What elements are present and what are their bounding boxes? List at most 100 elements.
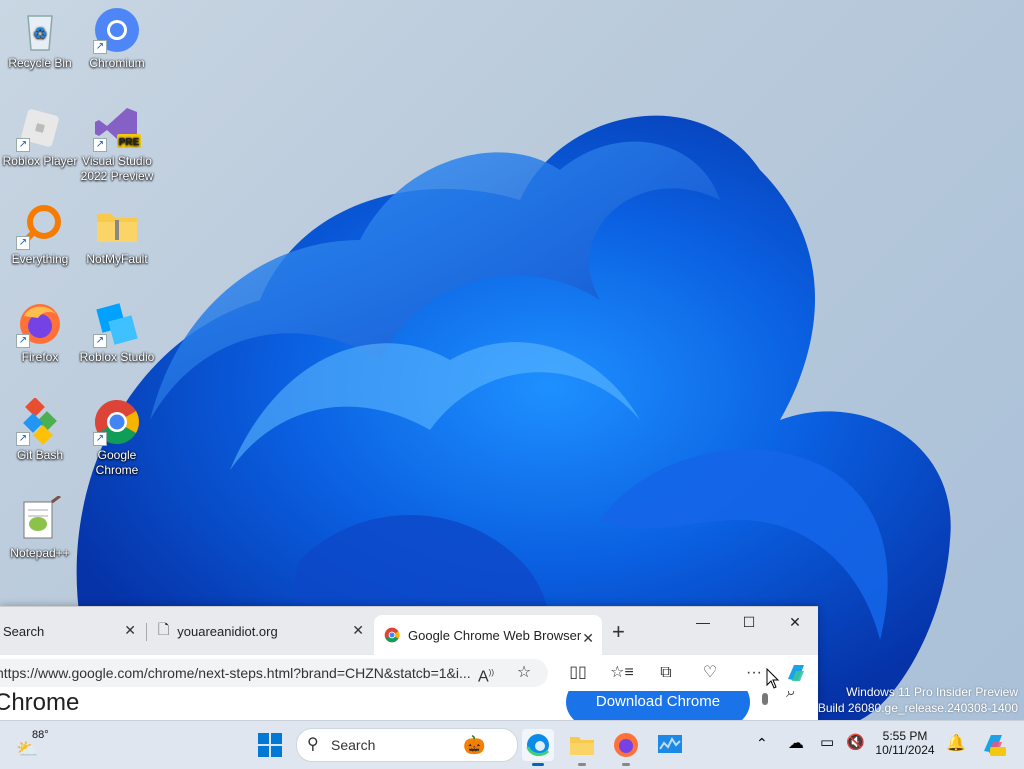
taskbar-app-edge[interactable]: [522, 729, 554, 766]
desktop-icon-label: Everything: [11, 252, 69, 266]
desktop-icon-notmyfault[interactable]: NotMyFault: [77, 202, 157, 267]
show-hidden-icons-chevron-icon[interactable]: ⌃: [756, 735, 768, 752]
desktop-icon-everything[interactable]: ↗ Everything: [0, 202, 80, 267]
desktop-icon-chromium[interactable]: ↗ Chromium: [77, 6, 157, 71]
shortcut-arrow-icon: ↗: [16, 236, 30, 250]
browser-toolbar: https://www.google.com/chrome/next-steps…: [0, 655, 818, 691]
browser-essentials-icon[interactable]: ♡: [698, 661, 722, 685]
shortcut-arrow-icon: ↗: [93, 40, 107, 54]
address-bar[interactable]: https://www.google.com/chrome/next-steps…: [0, 659, 548, 687]
desktop-icon-label: Google Chrome: [95, 448, 139, 477]
shortcut-arrow-icon: ↗: [93, 432, 107, 446]
chromium-icon: ↗: [93, 6, 141, 54]
read-aloud-icon[interactable]: A)): [474, 661, 498, 685]
favorites-icon[interactable]: ☆≡: [610, 661, 634, 685]
git-bash-icon: ↗: [16, 397, 64, 446]
more-options-icon[interactable]: ···: [742, 661, 766, 685]
shortcut-arrow-icon: ↗: [16, 334, 30, 348]
tab-youareanidiot[interactable]: 🗋 youareanidiot.org ✕: [152, 615, 370, 647]
desktop-icon-label: Visual Studio 2022 Preview: [80, 154, 154, 183]
desktop-icon-label: Firefox: [21, 350, 59, 364]
tab-close-button[interactable]: ✕: [352, 622, 364, 639]
search-icon: ⚲: [307, 736, 319, 753]
firefox-icon: ↗: [16, 300, 64, 348]
maximize-button[interactable]: ☐: [726, 607, 772, 637]
desktop-icon-roblox-studio[interactable]: ↗ Roblox Studio: [77, 300, 157, 365]
scrollbar[interactable]: ▲: [762, 691, 770, 721]
desktop-icon-label: Chromium: [89, 56, 145, 70]
desktop-icon-label: Git Bash: [16, 448, 64, 462]
tab-close-button[interactable]: ✕: [582, 630, 594, 647]
roblox-player-icon: ↗: [16, 104, 64, 152]
shortcut-arrow-icon: ↗: [93, 138, 107, 152]
chrome-icon: ↗: [93, 398, 141, 446]
zip-folder-icon: [93, 202, 141, 250]
copilot-pre-icon[interactable]: [980, 731, 1006, 762]
mouse-cursor-icon: [766, 668, 780, 689]
visual-studio-icon: PRE ↗: [93, 104, 141, 152]
shortcut-arrow-icon: ↗: [93, 334, 107, 348]
desktop-icon-notepadpp[interactable]: Notepad++: [0, 494, 80, 561]
tab-google-chrome-web-browser[interactable]: Google Chrome Web Browser ✕: [374, 615, 602, 655]
desktop-icon-google-chrome[interactable]: ↗ Google Chrome: [77, 398, 157, 478]
collections-icon[interactable]: ⧉: [654, 661, 678, 685]
svg-text:♻: ♻: [33, 26, 47, 43]
notepadpp-icon: [16, 494, 64, 544]
taskbar-search-input[interactable]: ⚲ Search 🎃: [296, 728, 518, 762]
svg-text:PRE: PRE: [119, 137, 140, 148]
desktop-icon-visual-studio[interactable]: PRE ↗ Visual Studio 2022 Preview: [77, 104, 157, 184]
volume-muted-icon[interactable]: 🔇: [846, 733, 865, 751]
favorite-star-icon[interactable]: ☆: [512, 661, 536, 685]
taskbar-app-monitor[interactable]: [654, 729, 686, 761]
shortcut-arrow-icon: ↗: [16, 432, 30, 446]
tab-search[interactable]: Search ✕: [0, 615, 144, 647]
onedrive-cloud-icon[interactable]: ☁: [788, 733, 804, 753]
taskbar-app-firefox[interactable]: [610, 729, 642, 766]
desktop-icon-label: Notepad++: [10, 546, 70, 560]
notification-bell-icon[interactable]: 🔔: [946, 733, 966, 753]
desktop-icon-recycle-bin[interactable]: ♻ Recycle Bin: [0, 6, 80, 71]
desktop-icon-label: Roblox Studio: [79, 350, 155, 364]
monitor-app-icon: [658, 735, 682, 753]
halloween-pumpkin-icon: 🎃: [463, 735, 486, 755]
page-content: Chrome Download Chrome ▲ ⌕: [0, 691, 818, 721]
taskbar: ⛅ 88° ⚲ Search 🎃 ⌃ ☁ ▭ 🔇 5:55 PM 10/11/2…: [0, 720, 1024, 769]
firefox-icon: [614, 733, 638, 757]
weather-cloud-icon: ⛅: [16, 739, 39, 759]
edge-icon: [526, 734, 550, 756]
chrome-favicon-icon: [374, 627, 408, 644]
everything-search-icon: ↗: [16, 202, 64, 250]
desktop-icon-git-bash[interactable]: ↗ Git Bash: [0, 397, 80, 463]
running-indicator: [622, 763, 630, 766]
start-button[interactable]: [254, 729, 286, 761]
folder-icon: [570, 737, 594, 755]
new-tab-button[interactable]: +: [612, 619, 625, 645]
page-icon: 🗋: [158, 621, 170, 637]
taskbar-app-file-explorer[interactable]: [566, 729, 598, 766]
minimize-button[interactable]: —: [680, 607, 726, 637]
split-screen-icon[interactable]: ▯▯: [566, 661, 590, 685]
shortcut-arrow-icon: ↗: [16, 138, 30, 152]
windows-logo-icon: [258, 733, 282, 757]
tab-strip: Search ✕ 🗋 youareanidiot.org ✕ Google Ch…: [0, 607, 818, 655]
tab-divider: [146, 623, 147, 641]
recycle-bin-icon: ♻: [16, 6, 64, 54]
download-chrome-button[interactable]: Download Chrome: [566, 691, 750, 721]
roblox-studio-icon: ↗: [93, 300, 141, 348]
weather-widget[interactable]: ⛅ 88°: [16, 727, 56, 763]
desktop-icon-label: NotMyFault: [86, 252, 148, 266]
copilot-icon[interactable]: [784, 661, 808, 685]
tab-close-button[interactable]: ✕: [124, 622, 136, 639]
close-window-button[interactable]: ✕: [772, 607, 818, 637]
page-partial-heading: Chrome: [0, 691, 80, 716]
sidebar-search-icon[interactable]: ⌕: [786, 691, 796, 702]
scrollbar-thumb[interactable]: [762, 693, 768, 705]
active-indicator: [532, 763, 544, 766]
desktop-icon-label: Roblox Player: [2, 154, 78, 168]
clock[interactable]: 5:55 PM 10/11/2024: [872, 729, 938, 757]
network-icon[interactable]: ▭: [820, 733, 834, 751]
edge-browser-window[interactable]: Search ✕ 🗋 youareanidiot.org ✕ Google Ch…: [0, 606, 818, 721]
desktop-icon-firefox[interactable]: ↗ Firefox: [0, 300, 80, 365]
desktop-icon-label: Recycle Bin: [8, 56, 72, 70]
desktop-icon-roblox-player[interactable]: ↗ Roblox Player: [0, 104, 80, 169]
